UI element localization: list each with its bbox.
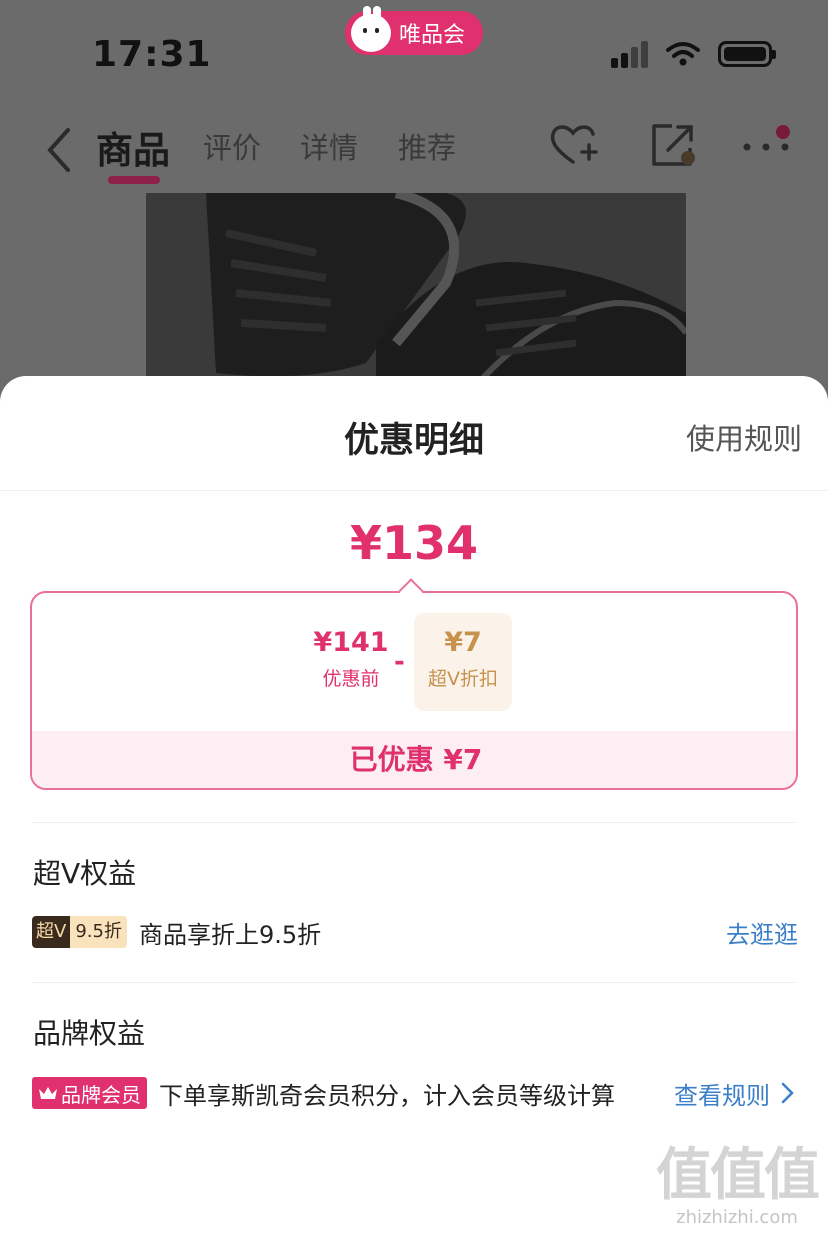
more-icon[interactable] bbox=[742, 138, 792, 154]
signal-icon bbox=[611, 40, 648, 68]
watermark-logo: 值值值 bbox=[656, 1143, 820, 1208]
crown-icon bbox=[39, 1087, 57, 1099]
tab-product[interactable]: 商品 bbox=[96, 120, 170, 174]
superv-badge-left: 超V bbox=[32, 916, 71, 948]
app-indicator-pill[interactable]: 唯品会 bbox=[345, 6, 483, 55]
app-name: 唯品会 bbox=[399, 23, 466, 48]
system-icons bbox=[611, 40, 776, 68]
tab-reviews[interactable]: 评价 bbox=[203, 125, 261, 167]
section-divider bbox=[32, 822, 796, 823]
superv-benefit-row: 超V 9.5折 商品享折上9.5折 去逛逛 bbox=[32, 912, 798, 952]
view-rules-link[interactable]: 查看规则 bbox=[674, 1076, 798, 1111]
usage-rules-link[interactable]: 使用规则 bbox=[686, 416, 802, 458]
view-rules-label: 查看规则 bbox=[674, 1081, 770, 1110]
original-price-label: 优惠前 bbox=[322, 668, 380, 690]
background-page: 17:31 唯品会 商品 评价 详情 推荐 bbox=[0, 0, 828, 423]
share-icon[interactable] bbox=[650, 122, 698, 168]
price-breakdown-card: ¥141 优惠前 - ¥7 超V折扣 已优惠 ¥7 bbox=[30, 591, 798, 790]
browse-link[interactable]: 去逛逛 bbox=[726, 915, 798, 950]
back-icon[interactable] bbox=[40, 120, 80, 180]
superv-badge-right: 9.5折 bbox=[70, 916, 127, 948]
superv-section-title: 超V权益 bbox=[33, 857, 137, 890]
tab-details[interactable]: 详情 bbox=[300, 125, 358, 167]
watermark-url: zhizhizhi.com bbox=[676, 1207, 798, 1228]
section-divider bbox=[32, 982, 796, 983]
battery-icon bbox=[718, 41, 776, 67]
superv-discount-amount: ¥7 bbox=[444, 627, 482, 658]
superv-discount-item: ¥7 超V折扣 bbox=[414, 613, 512, 711]
header-divider bbox=[0, 490, 828, 491]
brand-benefit-row: 品牌会员 下单享斯凯奇会员积分，计入会员等级计算 查看规则 bbox=[32, 1073, 798, 1113]
tab-recommend[interactable]: 推荐 bbox=[398, 125, 456, 167]
minus-sign: - bbox=[394, 647, 405, 677]
original-price-item: ¥141 优惠前 bbox=[302, 613, 400, 711]
chevron-right-icon bbox=[781, 1082, 794, 1104]
bunny-logo-icon bbox=[351, 6, 391, 52]
brand-member-badge-label: 品牌会员 bbox=[61, 1082, 141, 1107]
superv-badge: 超V 9.5折 bbox=[32, 916, 127, 948]
wifi-icon bbox=[666, 42, 700, 66]
brand-benefit-text: 下单享斯凯奇会员积分，计入会员等级计算 bbox=[159, 1081, 615, 1110]
final-price: ¥134 bbox=[349, 516, 479, 570]
brand-member-badge: 品牌会员 bbox=[32, 1077, 147, 1109]
discount-detail-sheet: 优惠明细 使用规则 ¥134 ¥141 优惠前 - ¥7 超V折扣 已优惠 ¥7… bbox=[0, 376, 828, 1238]
product-nav-bar: 商品 评价 详情 推荐 bbox=[0, 100, 828, 190]
total-saved-bar: 已优惠 ¥7 bbox=[32, 731, 796, 788]
favorite-heart-icon[interactable] bbox=[548, 122, 598, 168]
superv-discount-label: 超V折扣 bbox=[428, 668, 498, 690]
clock: 17:31 bbox=[92, 34, 212, 75]
watermark: 值值值 zhizhizhi.com bbox=[656, 1130, 820, 1228]
price-calculation: ¥141 优惠前 - ¥7 超V折扣 bbox=[32, 613, 796, 713]
status-bar: 17:31 唯品会 bbox=[0, 0, 828, 90]
active-tab-indicator bbox=[108, 176, 160, 184]
superv-benefit-text: 商品享折上9.5折 bbox=[138, 920, 322, 949]
notification-dot bbox=[776, 125, 790, 139]
brand-section-title: 品牌权益 bbox=[33, 1017, 146, 1050]
original-price-amount: ¥141 bbox=[313, 627, 389, 658]
